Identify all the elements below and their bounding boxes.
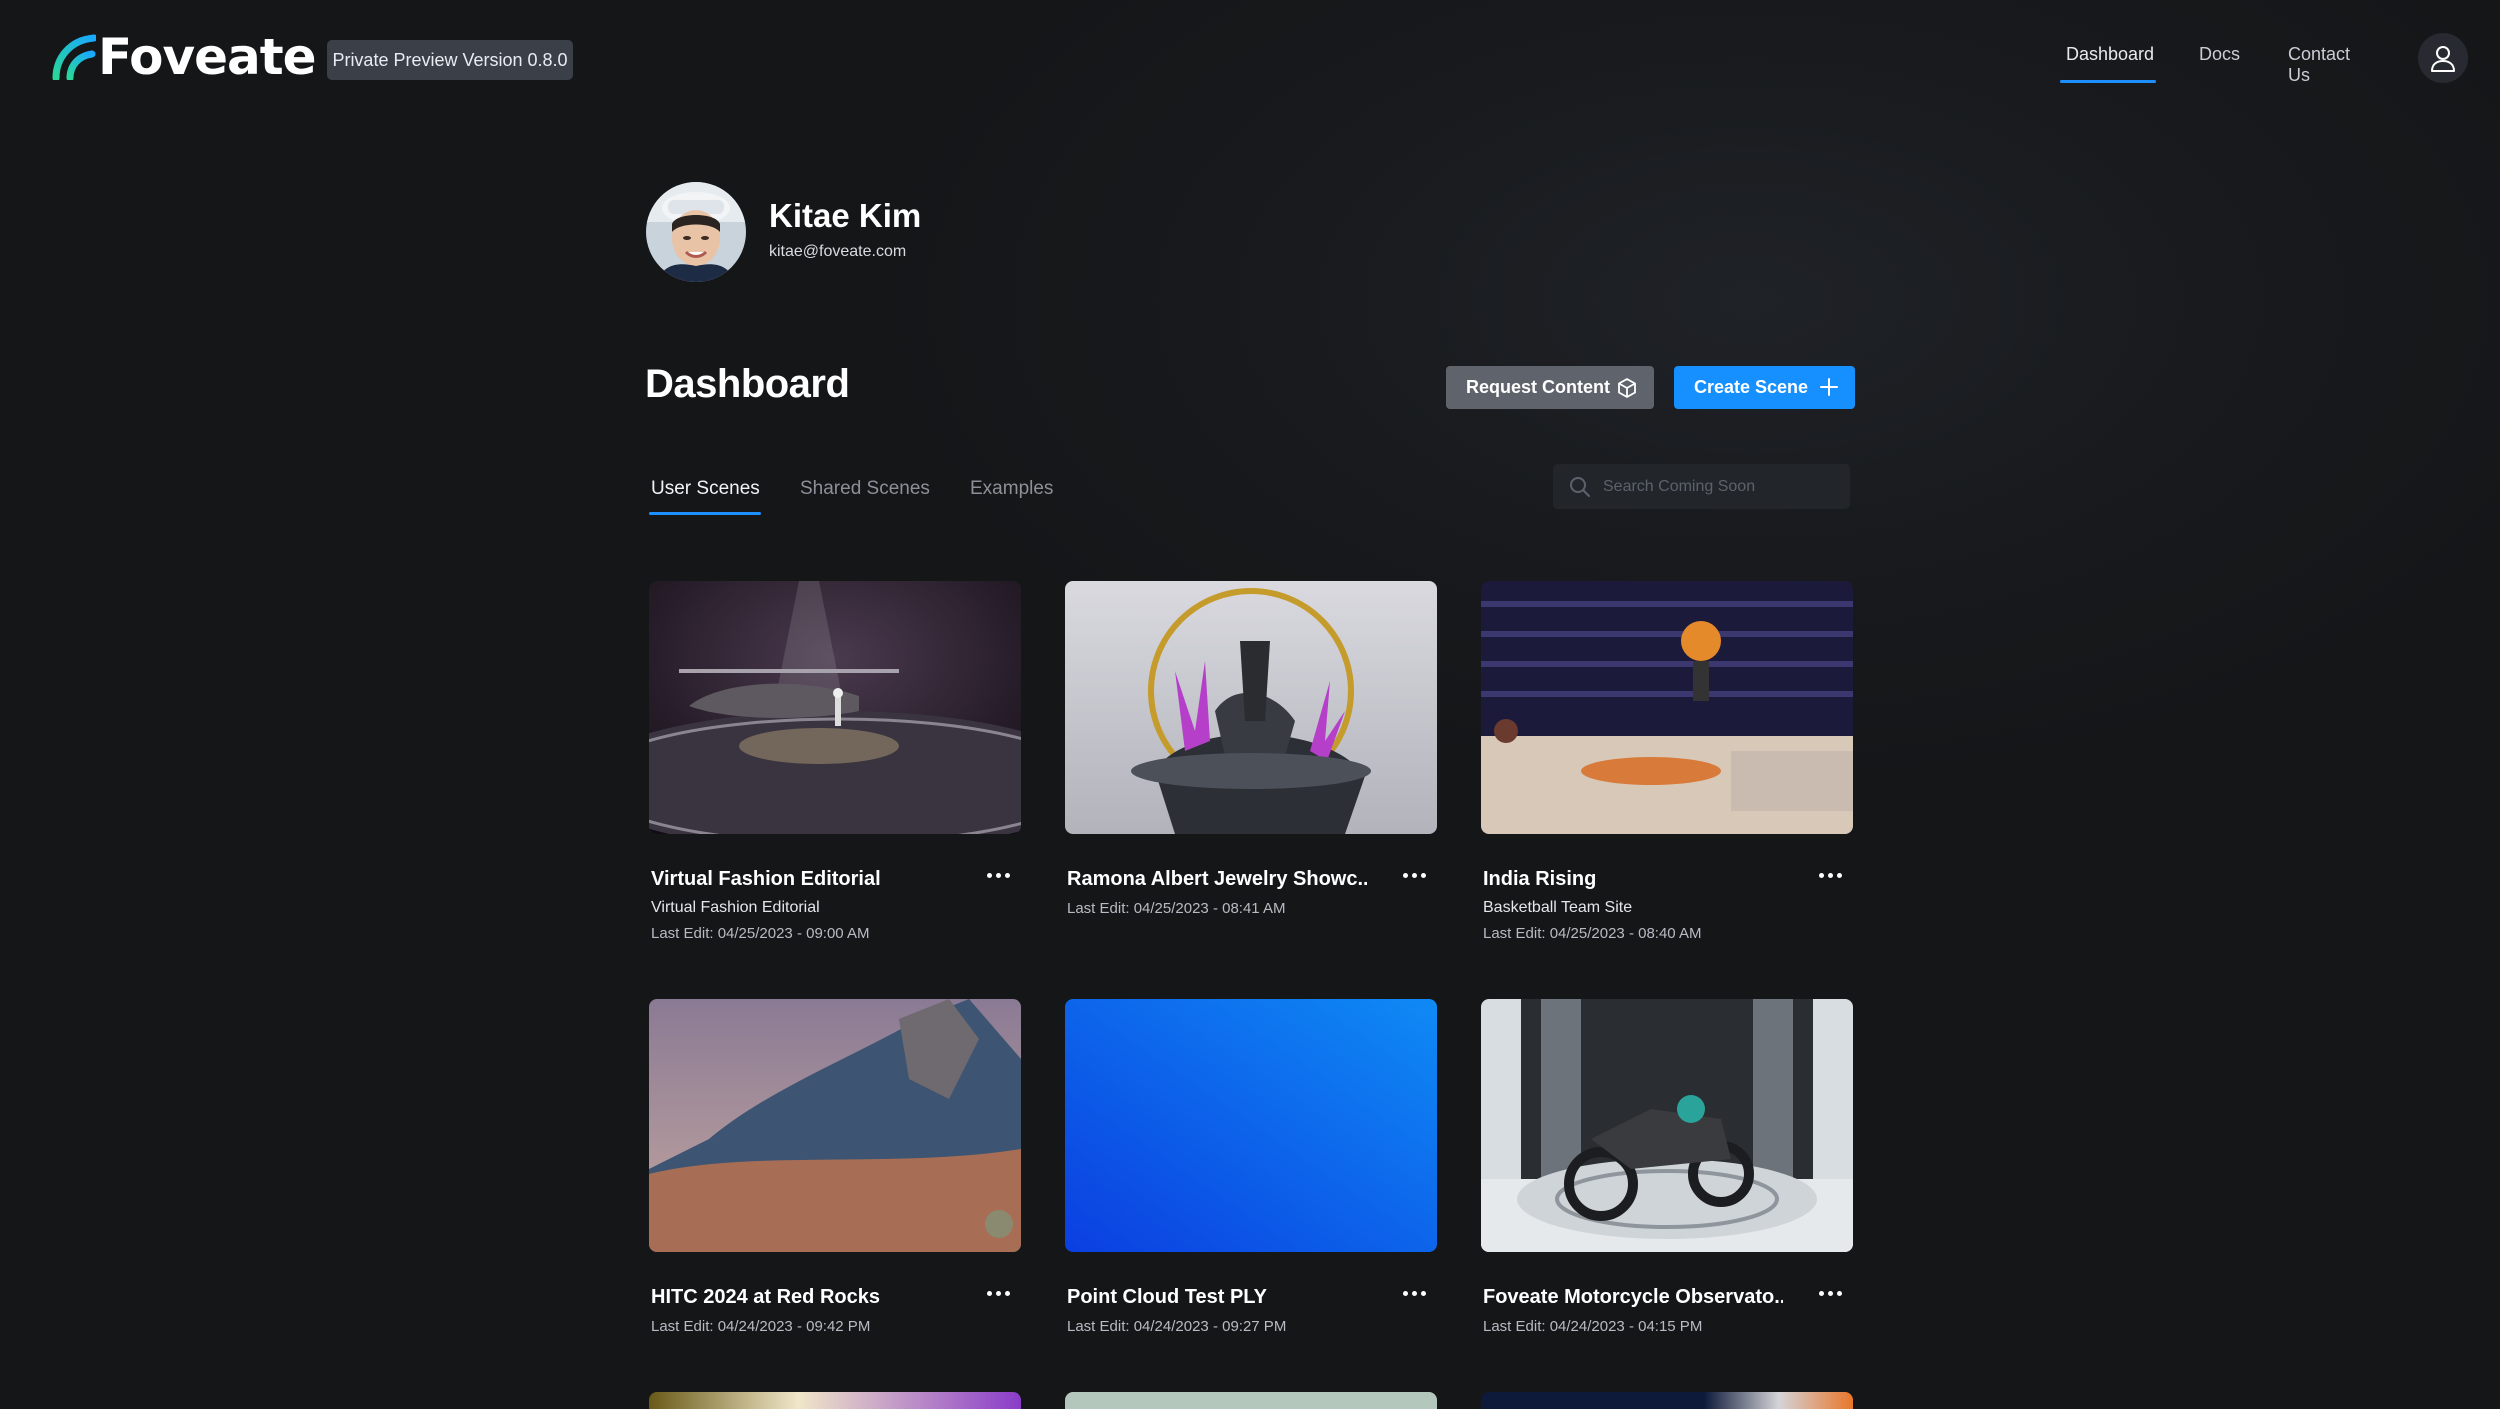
scene-thumbnail[interactable] xyxy=(1481,999,1853,1252)
avatar xyxy=(646,182,746,282)
scene-thumbnail[interactable] xyxy=(1065,1392,1437,1409)
scene-thumbnail[interactable] xyxy=(1065,581,1437,834)
version-badge: Private Preview Version 0.8.0 xyxy=(327,40,573,80)
nav-contact-us[interactable]: Contact Us xyxy=(2288,44,2350,86)
request-content-label: Request Content xyxy=(1466,377,1610,397)
profile-button[interactable] xyxy=(2418,33,2468,83)
scene-last-edit: Last Edit: 04/25/2023 - 09:00 AM xyxy=(651,925,870,942)
jewelry-scene-image xyxy=(1065,581,1437,834)
search-icon xyxy=(1570,477,1590,497)
scene-thumbnail[interactable] xyxy=(649,581,1021,834)
scene-thumbnail[interactable] xyxy=(1065,999,1437,1252)
scene-last-edit: Last Edit: 04/25/2023 - 08:41 AM xyxy=(1067,900,1286,917)
tab-user-scenes[interactable]: User Scenes xyxy=(651,478,760,500)
request-content-button[interactable]: Request Content xyxy=(1446,366,1654,409)
plus-icon xyxy=(1820,378,1838,396)
page-title: Dashboard xyxy=(645,362,850,406)
more-options-button[interactable] xyxy=(1400,1279,1428,1307)
foveate-logo-icon xyxy=(52,34,96,80)
user-name: Kitae Kim xyxy=(769,197,922,234)
scene-title[interactable]: HITC 2024 at Red Rocks xyxy=(651,1286,951,1309)
nav-dashboard[interactable]: Dashboard xyxy=(2066,44,2154,65)
user-icon xyxy=(2431,46,2455,72)
tab-examples[interactable]: Examples xyxy=(970,478,1053,500)
scene-title[interactable]: India Rising xyxy=(1483,868,1783,891)
scene-last-edit: Last Edit: 04/24/2023 - 09:42 PM xyxy=(651,1318,871,1335)
create-scene-label: Create Scene xyxy=(1694,377,1809,397)
scene-thumbnail[interactable] xyxy=(1481,1392,1853,1409)
scene-thumbnail[interactable] xyxy=(1481,581,1853,834)
cube-icon xyxy=(1618,378,1636,398)
scene-thumbnail[interactable] xyxy=(649,1392,1021,1409)
scene-last-edit: Last Edit: 04/25/2023 - 08:40 AM xyxy=(1483,925,1702,942)
search-box xyxy=(1553,464,1850,509)
more-options-button[interactable] xyxy=(1816,861,1844,889)
user-email: kitae@foveate.com xyxy=(769,243,907,260)
motorcycle-scene-image xyxy=(1481,999,1853,1252)
foveate-logo[interactable]: Foveate xyxy=(52,28,317,86)
nav-docs[interactable]: Docs xyxy=(2199,44,2240,65)
more-options-button[interactable] xyxy=(984,1279,1012,1307)
create-scene-button[interactable]: Create Scene xyxy=(1674,366,1855,409)
more-options-button[interactable] xyxy=(984,861,1012,889)
search-input[interactable] xyxy=(1603,477,1833,496)
scene-last-edit: Last Edit: 04/24/2023 - 04:15 PM xyxy=(1483,1318,1703,1335)
tab-shared-scenes[interactable]: Shared Scenes xyxy=(800,478,930,500)
scene-title[interactable]: Foveate Motorcycle Observato... xyxy=(1483,1286,1783,1309)
helicopter-scene-image xyxy=(649,581,1021,834)
nav-active-indicator xyxy=(2060,80,2156,83)
basketball-court-image xyxy=(1481,581,1853,834)
scene-title[interactable]: Virtual Fashion Editorial xyxy=(651,868,951,891)
tab-active-indicator xyxy=(649,512,761,515)
brand-name: Foveate xyxy=(98,28,317,86)
scene-subtitle: Basketball Team Site xyxy=(1483,899,1633,916)
blue-placeholder-image xyxy=(1065,999,1437,1252)
scene-last-edit: Last Edit: 04/24/2023 - 09:27 PM xyxy=(1067,1318,1287,1335)
scene-title[interactable]: Ramona Albert Jewelry Showc... xyxy=(1067,868,1367,891)
more-options-button[interactable] xyxy=(1400,861,1428,889)
more-options-button[interactable] xyxy=(1816,1279,1844,1307)
red-rocks-scene-image xyxy=(649,999,1021,1252)
scene-subtitle: Virtual Fashion Editorial xyxy=(651,899,820,916)
avatar-photo xyxy=(646,182,746,282)
top-header: Foveate Private Preview Version 0.8.0 Da… xyxy=(0,0,2500,115)
scene-thumbnail[interactable] xyxy=(649,999,1021,1252)
scene-title[interactable]: Point Cloud Test PLY xyxy=(1067,1286,1367,1309)
